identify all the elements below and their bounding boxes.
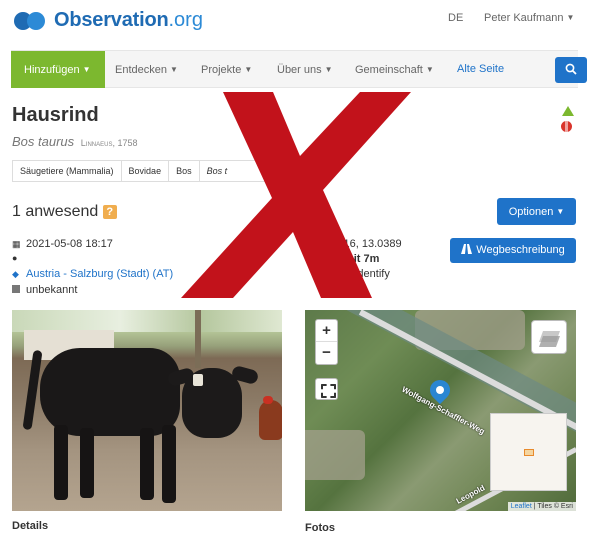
calendar-icon: ▦: [12, 239, 21, 249]
cow-head: [182, 368, 242, 438]
road-icon: [461, 244, 473, 254]
language-switch[interactable]: DE: [448, 12, 463, 24]
zoom-in-button[interactable]: +: [316, 320, 337, 342]
taxo-genus[interactable]: Bos: [168, 160, 199, 182]
triangle-up-icon[interactable]: [562, 106, 574, 116]
taxo-family[interactable]: Bovidae: [120, 160, 169, 182]
leaflet-link[interactable]: Leaflet: [511, 503, 532, 510]
nav-about[interactable]: Über uns ▼: [277, 51, 333, 88]
taxo-species[interactable]: Bos t: [198, 160, 297, 182]
layers-icon[interactable]: [531, 320, 567, 354]
logo-suffix: .org: [168, 9, 203, 31]
nav-add-label: Hinzufügen: [24, 64, 80, 76]
cow-leg: [54, 425, 68, 500]
globe-icon[interactable]: [561, 121, 572, 132]
nav-about-label: Über uns: [277, 64, 322, 76]
photo-post: [195, 310, 201, 368]
zoom-out-button[interactable]: −: [316, 342, 337, 364]
nav-add[interactable]: Hinzufügen ▼: [11, 51, 105, 88]
user-icon: ●: [12, 253, 18, 263]
options-button[interactable]: Optionen ▼: [497, 198, 576, 225]
ear-tag: [193, 374, 203, 386]
map-marker-icon: ◆: [12, 269, 19, 279]
cow-leg: [162, 425, 176, 503]
caret-down-icon: ▼: [324, 65, 333, 74]
caret-down-icon: ▼: [244, 65, 253, 74]
scientific-name: Bos taurus Linnaeus, 1758: [12, 134, 137, 149]
observation-count: 1 anwesend ?: [12, 203, 117, 221]
nav-explore[interactable]: Entdecken ▼: [115, 51, 178, 88]
tiles-credit: | Tiles © Esri: [531, 503, 573, 510]
search-icon: [565, 63, 577, 75]
taxonomy-breadcrumb: Säugetiere (Mammalia) Bovidae Bos Bos t …: [12, 160, 318, 182]
nav-old-site[interactable]: Alte Seite: [457, 51, 504, 88]
accuracy: uigkeit 7m: [325, 253, 380, 265]
fullscreen-icon[interactable]: [315, 378, 338, 400]
unknown-text: unbekannt: [26, 284, 78, 296]
nav-community-label: Gemeinschaft: [355, 64, 423, 76]
caret-down-icon: ▼: [556, 207, 565, 216]
datetime-line: ▦ 2021-05-08 18:17: [12, 238, 113, 250]
cow-body: [40, 348, 180, 436]
location-map[interactable]: Wolfgang-Schaffler-Weg Leopold + − Leafl…: [305, 310, 576, 511]
taxo-class[interactable]: Säugetiere (Mammalia): [12, 160, 121, 182]
directions-button[interactable]: Wegbeschreibung: [450, 238, 576, 263]
rooster: [259, 396, 282, 440]
observation-photo[interactable]: [12, 310, 282, 511]
options-label: Optionen: [508, 206, 554, 218]
scientific-name-text: Bos taurus: [12, 134, 75, 149]
unverified-badge[interactable]: ?: [102, 205, 117, 219]
user-menu[interactable]: Peter Kaufmann ▼: [484, 12, 574, 24]
nav-community[interactable]: Gemeinschaft ▼: [355, 51, 434, 88]
top-header: Observation .org DE Peter Kaufmann ▼: [0, 0, 590, 46]
caret-down-icon: ▼: [169, 65, 178, 74]
identification-method: e ObsIdentify: [325, 268, 390, 280]
caret-down-icon: ▼: [566, 13, 575, 22]
nav-projects-label: Projekte: [201, 64, 242, 76]
nav-explore-label: Entdecken: [115, 64, 167, 76]
minimap-viewport: [524, 449, 534, 456]
location-link[interactable]: Austria - Salzburg (Stadt) (AT): [26, 268, 173, 280]
directions-label: Wegbeschreibung: [476, 244, 565, 256]
caret-down-icon: ▼: [82, 65, 91, 74]
observer-line: ●: [12, 252, 26, 264]
nav-projects[interactable]: Projekte ▼: [201, 51, 252, 88]
map-attribution: Leaflet | Tiles © Esri: [507, 502, 576, 511]
page-title: Hausrind: [12, 104, 99, 126]
location-line: ◆ Austria - Salzburg (Stadt) (AT): [12, 268, 173, 280]
cow-leg: [80, 428, 94, 498]
zoom-control: + −: [315, 319, 338, 365]
site-logo[interactable]: Observation .org: [14, 9, 203, 32]
map-village: [305, 430, 365, 480]
count-text: 1 anwesend: [12, 203, 99, 220]
taxo-rank: Art: [296, 160, 318, 182]
caret-down-icon: ▼: [425, 65, 434, 74]
details-heading: Details: [12, 520, 49, 532]
sex-line: unbekannt: [12, 284, 77, 296]
user-name: Peter Kaufmann: [484, 12, 564, 24]
photos-heading: Fotos: [305, 522, 335, 534]
cow-leg: [140, 428, 154, 500]
minimap[interactable]: [490, 413, 567, 491]
photo-background: [12, 310, 282, 332]
square-icon: [12, 285, 20, 293]
search-button[interactable]: [555, 57, 587, 83]
logo-icon: [14, 11, 48, 31]
datetime: 2021-05-08 18:17: [26, 238, 113, 250]
main-navbar: Hinzufügen ▼ Entdecken ▼ Projekte ▼ Über un…: [11, 50, 587, 88]
coordinates: 47.7916, 13.0389: [316, 238, 402, 250]
logo-text: Observation: [54, 9, 169, 31]
species-authority: Linnaeus, 1758: [80, 138, 138, 148]
